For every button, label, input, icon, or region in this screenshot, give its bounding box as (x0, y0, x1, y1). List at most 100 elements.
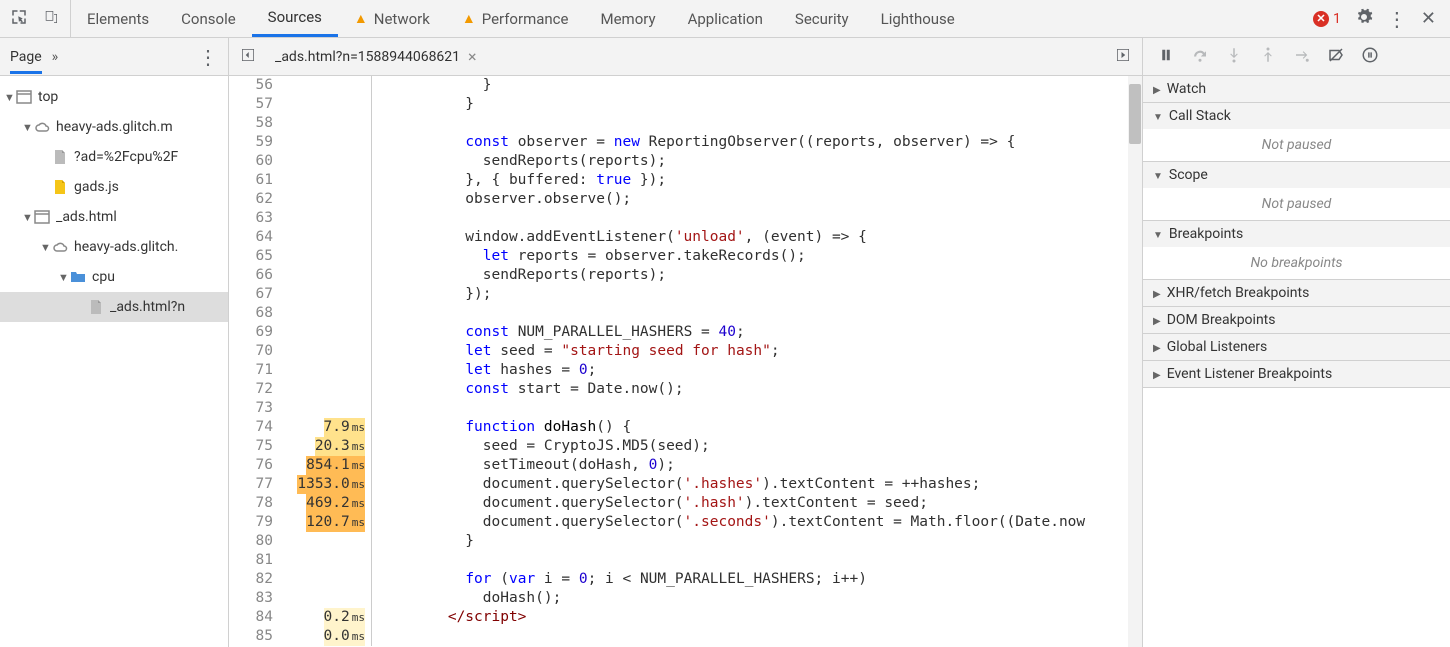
tab-memory[interactable]: Memory (584, 0, 671, 37)
code-line[interactable]: const observer = new ReportingObserver((… (371, 133, 1142, 152)
debug-section-header[interactable]: Global Listeners (1143, 334, 1450, 360)
code-line[interactable]: } (371, 76, 1142, 95)
code-line[interactable]: observer.observe(); (371, 190, 1142, 209)
line-number[interactable]: 74 (229, 418, 281, 437)
code-line[interactable]: document.querySelector('.seconds').textC… (371, 513, 1142, 532)
line-number[interactable]: 59 (229, 133, 281, 152)
pause-icon[interactable] (1157, 46, 1175, 68)
code-line[interactable]: for (var i = 0; i < NUM_PARALLEL_HASHERS… (371, 570, 1142, 589)
line-number[interactable]: 67 (229, 285, 281, 304)
code-line[interactable]: setTimeout(doHash, 0); (371, 456, 1142, 475)
code-line[interactable]: let hashes = 0; (371, 361, 1142, 380)
code-line[interactable]: function doHash() { (371, 418, 1142, 437)
line-number[interactable]: 64 (229, 228, 281, 247)
step-over-icon[interactable] (1191, 46, 1209, 68)
line-number[interactable]: 78 (229, 494, 281, 513)
more-icon[interactable]: ⋮ (1387, 7, 1407, 31)
code-line[interactable]: </script> (371, 608, 1142, 627)
tab-lighthouse[interactable]: Lighthouse (865, 0, 971, 37)
line-number[interactable]: 57 (229, 95, 281, 114)
debug-section-header[interactable]: DOM Breakpoints (1143, 307, 1450, 333)
inspect-icon[interactable] (10, 8, 28, 30)
tab-elements[interactable]: Elements (71, 0, 165, 37)
line-number[interactable]: 60 (229, 152, 281, 171)
line-number[interactable]: 70 (229, 342, 281, 361)
line-number[interactable]: 84 (229, 608, 281, 627)
code-line[interactable]: } (371, 532, 1142, 551)
tree-item[interactable]: ▼top (0, 82, 228, 112)
pause-exceptions-icon[interactable] (1361, 46, 1379, 68)
line-number[interactable]: 85 (229, 627, 281, 646)
debug-section-header[interactable]: Call Stack (1143, 103, 1450, 129)
code-line[interactable]: let seed = "starting seed for hash"; (371, 342, 1142, 361)
code-line[interactable]: const NUM_PARALLEL_HASHERS = 40; (371, 323, 1142, 342)
line-number[interactable]: 81 (229, 551, 281, 570)
debug-section-header[interactable]: Event Listener Breakpoints (1143, 361, 1450, 387)
code-line[interactable]: document.querySelector('.hash').textCont… (371, 494, 1142, 513)
nav-forward-icon[interactable] (1114, 46, 1132, 68)
line-number[interactable]: 79 (229, 513, 281, 532)
debug-section-header[interactable]: Breakpoints (1143, 221, 1450, 247)
line-number[interactable]: 66 (229, 266, 281, 285)
line-number[interactable]: 75 (229, 437, 281, 456)
code-line[interactable]: }, { buffered: true }); (371, 171, 1142, 190)
code-line[interactable] (371, 304, 1142, 323)
close-devtools-icon[interactable]: ✕ (1421, 8, 1436, 29)
line-number[interactable]: 63 (229, 209, 281, 228)
line-number[interactable]: 68 (229, 304, 281, 323)
tab-performance[interactable]: ▲Performance (446, 0, 585, 37)
debug-section-header[interactable]: Watch (1143, 76, 1450, 102)
tree-item[interactable]: ▼heavy-ads.glitch.m (0, 112, 228, 142)
line-number[interactable]: 56 (229, 76, 281, 95)
line-number[interactable]: 82 (229, 570, 281, 589)
code-line[interactable]: window.addEventListener('unload', (event… (371, 228, 1142, 247)
line-number[interactable]: 77 (229, 475, 281, 494)
debug-section-header[interactable]: XHR/fetch Breakpoints (1143, 280, 1450, 306)
navigator-more-tabs-icon[interactable]: » (52, 49, 59, 65)
step-icon[interactable] (1293, 46, 1311, 68)
step-out-icon[interactable] (1259, 46, 1277, 68)
line-number[interactable]: 71 (229, 361, 281, 380)
line-number[interactable]: 65 (229, 247, 281, 266)
line-number[interactable]: 62 (229, 190, 281, 209)
line-number[interactable]: 83 (229, 589, 281, 608)
code-line[interactable]: const start = Date.now(); (371, 380, 1142, 399)
error-count-badge[interactable]: ✕1 (1313, 11, 1341, 27)
tree-item[interactable]: _ads.html?n (0, 292, 228, 322)
code-line[interactable]: sendReports(reports); (371, 266, 1142, 285)
code-line[interactable]: sendReports(reports); (371, 152, 1142, 171)
tab-console[interactable]: Console (165, 0, 252, 37)
deactivate-breakpoints-icon[interactable] (1327, 46, 1345, 68)
line-number[interactable]: 72 (229, 380, 281, 399)
code-line[interactable] (371, 399, 1142, 418)
code-line[interactable]: doHash(); (371, 589, 1142, 608)
nav-back-icon[interactable] (239, 46, 257, 68)
code-line[interactable]: seed = CryptoJS.MD5(seed); (371, 437, 1142, 456)
device-icon[interactable] (42, 8, 60, 30)
tab-application[interactable]: Application (672, 0, 779, 37)
tab-security[interactable]: Security (779, 0, 865, 37)
line-number[interactable]: 58 (229, 114, 281, 133)
tree-item[interactable]: ▼cpu (0, 262, 228, 292)
code-line[interactable] (371, 114, 1142, 133)
tree-item[interactable]: ▼_ads.html (0, 202, 228, 232)
code-line[interactable]: document.querySelector('.hashes').textCo… (371, 475, 1142, 494)
navigator-menu-icon[interactable]: ⋮ (198, 45, 218, 69)
line-number[interactable]: 80 (229, 532, 281, 551)
tree-item[interactable]: ?ad=%2Fcpu%2F (0, 142, 228, 172)
tab-sources[interactable]: Sources (252, 0, 338, 37)
debug-section-header[interactable]: Scope (1143, 162, 1450, 188)
tab-network[interactable]: ▲Network (338, 0, 446, 37)
settings-icon[interactable] (1355, 8, 1373, 30)
editor-scrollbar[interactable] (1128, 76, 1142, 647)
tree-item[interactable]: ▼heavy-ads.glitch. (0, 232, 228, 262)
code-line[interactable] (371, 209, 1142, 228)
code-line[interactable]: }); (371, 285, 1142, 304)
line-number[interactable]: 61 (229, 171, 281, 190)
code-line[interactable] (371, 627, 1142, 646)
navigator-tab-page[interactable]: Page (10, 40, 42, 74)
code-line[interactable] (371, 551, 1142, 570)
file-tab[interactable]: _ads.html?n=1588944068621 × (267, 43, 485, 70)
line-number[interactable]: 76 (229, 456, 281, 475)
line-number[interactable]: 73 (229, 399, 281, 418)
